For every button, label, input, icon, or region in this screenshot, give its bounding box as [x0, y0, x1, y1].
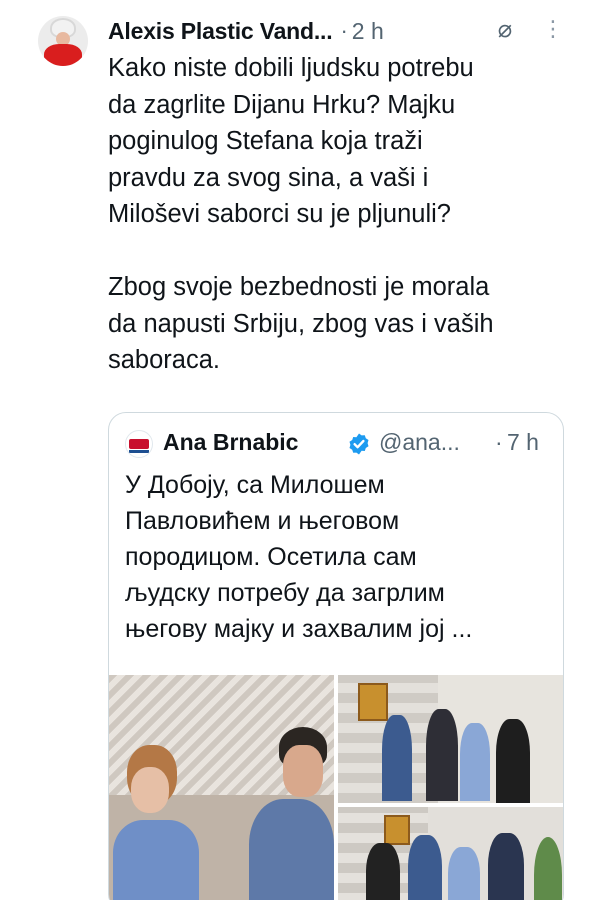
quoted-handle: @ana...	[379, 429, 460, 455]
quoted-time: 7 h	[507, 429, 539, 455]
link-icon[interactable]: ⌀	[492, 17, 518, 43]
photo-person-4	[488, 833, 524, 900]
post-header: Alexis Plastic Vand... · 2 h ⌀ ⋮	[108, 14, 568, 48]
photo-woman-face	[131, 767, 169, 813]
quoted-author-name[interactable]: Ana Brnabic	[163, 429, 298, 456]
photo-icon-painting	[384, 815, 410, 845]
quoted-post-header: Ana Brnabic @ana... · 7 h	[125, 427, 555, 461]
quoted-photo-1[interactable]	[109, 675, 334, 900]
photo-man-shirt	[249, 799, 334, 900]
photo-person-2	[426, 709, 458, 801]
avatar-logo-red	[129, 439, 149, 449]
quoted-photo-2[interactable]	[338, 675, 563, 803]
photo-person-2	[408, 835, 442, 900]
verified-badge-icon	[349, 433, 369, 455]
photo-plant	[534, 837, 562, 900]
post-avatar[interactable]	[38, 16, 88, 66]
photo-person-3	[460, 723, 490, 801]
time-separator: ·	[340, 18, 348, 43]
photo-man-face	[283, 745, 323, 797]
quoted-post[interactable]: Ana Brnabic @ana... · 7 h У Добоју, са М…	[108, 412, 564, 900]
photo-person-4	[496, 719, 530, 803]
author-name[interactable]: Alexis Plastic Vand...	[108, 18, 333, 45]
avatar-dress	[44, 44, 82, 66]
quoted-photo-3[interactable]	[338, 807, 563, 900]
quoted-time-separator: ·	[495, 429, 503, 455]
avatar-logo-blue	[129, 450, 149, 453]
photo-woman-jacket	[113, 820, 199, 900]
photo-person-1	[366, 843, 400, 900]
quoted-text: У Добоју, са Милошем Павловићем и његово…	[125, 471, 473, 643]
photo-person-3	[448, 847, 480, 900]
post-time[interactable]: 2 h	[352, 18, 384, 45]
quoted-avatar[interactable]	[125, 430, 153, 458]
post-text: Kako niste dobili ljudsku potrebu da zag…	[108, 54, 494, 374]
more-icon[interactable]: ⋮	[542, 15, 564, 43]
photo-icon-painting	[358, 683, 388, 721]
photo-person-1	[382, 715, 412, 801]
